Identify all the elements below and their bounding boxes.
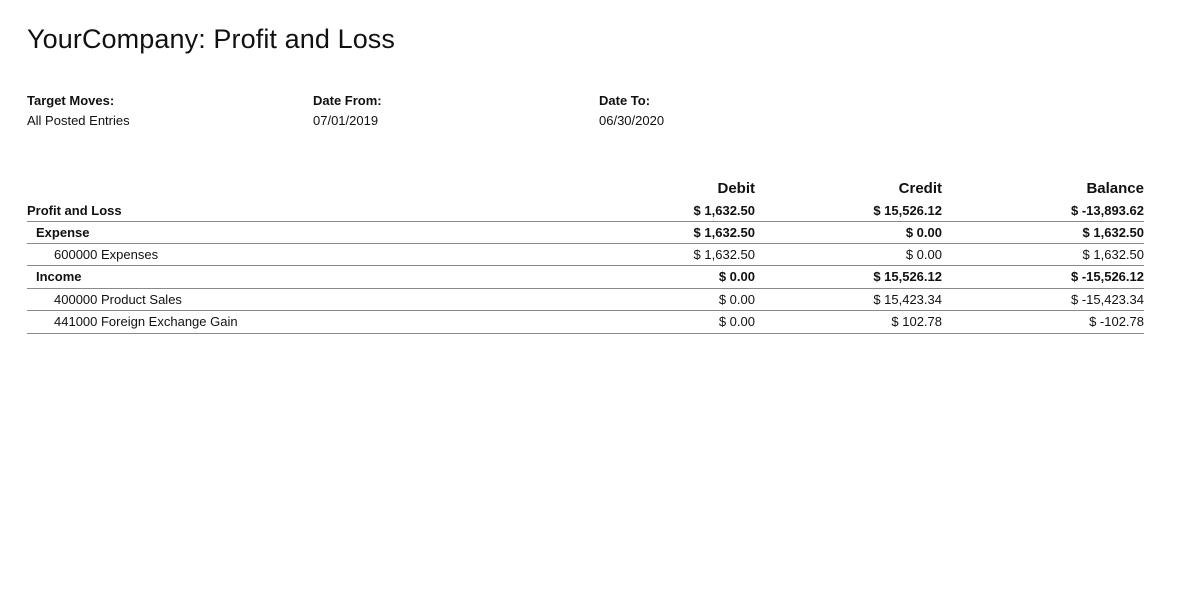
balance-value: $ 1,632.50 bbox=[942, 243, 1144, 266]
table-row-400000-product-sales: 400000 Product Sales $ 0.00 $ 15,423.34 … bbox=[27, 288, 1144, 311]
credit-value: $ 15,423.34 bbox=[755, 288, 942, 311]
column-header-name bbox=[27, 178, 567, 200]
debit-value: $ 1,632.50 bbox=[567, 200, 755, 222]
column-header-credit: Credit bbox=[898, 180, 942, 197]
debit-value: $ 0.00 bbox=[567, 288, 755, 311]
table-row-600000-expenses: 600000 Expenses $ 1,632.50 $ 0.00 $ 1,63… bbox=[27, 243, 1144, 266]
table-row-expense: Expense $ 1,632.50 $ 0.00 $ 1,632.50 bbox=[27, 221, 1144, 244]
column-header-debit: Debit bbox=[717, 180, 756, 197]
account-name: Expense bbox=[27, 221, 567, 244]
profit-and-loss-table: Debit Credit Balance Profit and Loss $ 1… bbox=[27, 178, 1144, 334]
balance-value: $ -102.78 bbox=[942, 310, 1144, 334]
balance-value: $ -15,526.12 bbox=[942, 265, 1144, 289]
page-title: YourCompany: Profit and Loss bbox=[27, 24, 396, 54]
credit-value: $ 102.78 bbox=[755, 310, 942, 334]
table-row-441000-foreign-exchange-gain: 441000 Foreign Exchange Gain $ 0.00 $ 10… bbox=[27, 310, 1144, 334]
filter-label: Date To: bbox=[599, 93, 651, 108]
account-name: 441000 Foreign Exchange Gain bbox=[27, 310, 567, 334]
credit-value: $ 0.00 bbox=[755, 243, 942, 266]
debit-value: $ 1,632.50 bbox=[567, 243, 755, 266]
filter-label: Target Moves: bbox=[27, 93, 115, 108]
balance-value: $ -13,893.62 bbox=[942, 200, 1144, 222]
filter-date-from: Date From: 07/01/2019 bbox=[313, 92, 593, 132]
filter-target-moves: Target Moves: All Posted Entries bbox=[27, 92, 307, 132]
credit-value: $ 0.00 bbox=[755, 221, 942, 244]
account-name: Income bbox=[27, 265, 567, 289]
balance-value: $ 1,632.50 bbox=[942, 221, 1144, 244]
account-name: Profit and Loss bbox=[27, 200, 567, 222]
credit-value: $ 15,526.12 bbox=[755, 265, 942, 289]
debit-value: $ 0.00 bbox=[567, 265, 755, 289]
table-row-income: Income $ 0.00 $ 15,526.12 $ -15,526.12 bbox=[27, 265, 1144, 289]
report-filters: Target Moves: All Posted Entries Date Fr… bbox=[27, 92, 1144, 132]
debit-value: $ 1,632.50 bbox=[567, 221, 755, 244]
account-name: 400000 Product Sales bbox=[27, 288, 567, 311]
filter-value: 07/01/2019 bbox=[313, 113, 379, 128]
filter-date-to: Date To: 06/30/2020 bbox=[599, 92, 879, 132]
credit-value: $ 15,526.12 bbox=[755, 200, 942, 222]
table-header-row: Debit Credit Balance bbox=[27, 178, 1145, 200]
filter-label: Date From: bbox=[313, 93, 382, 108]
balance-value: $ -15,423.34 bbox=[942, 288, 1144, 311]
debit-value: $ 0.00 bbox=[567, 310, 755, 334]
filter-value: 06/30/2020 bbox=[599, 113, 665, 128]
column-header-balance: Balance bbox=[1086, 180, 1144, 197]
account-name: 600000 Expenses bbox=[27, 243, 567, 266]
filter-value: All Posted Entries bbox=[27, 113, 130, 128]
table-row-profit-and-loss: Profit and Loss $ 1,632.50 $ 15,526.12 $… bbox=[27, 200, 1144, 222]
